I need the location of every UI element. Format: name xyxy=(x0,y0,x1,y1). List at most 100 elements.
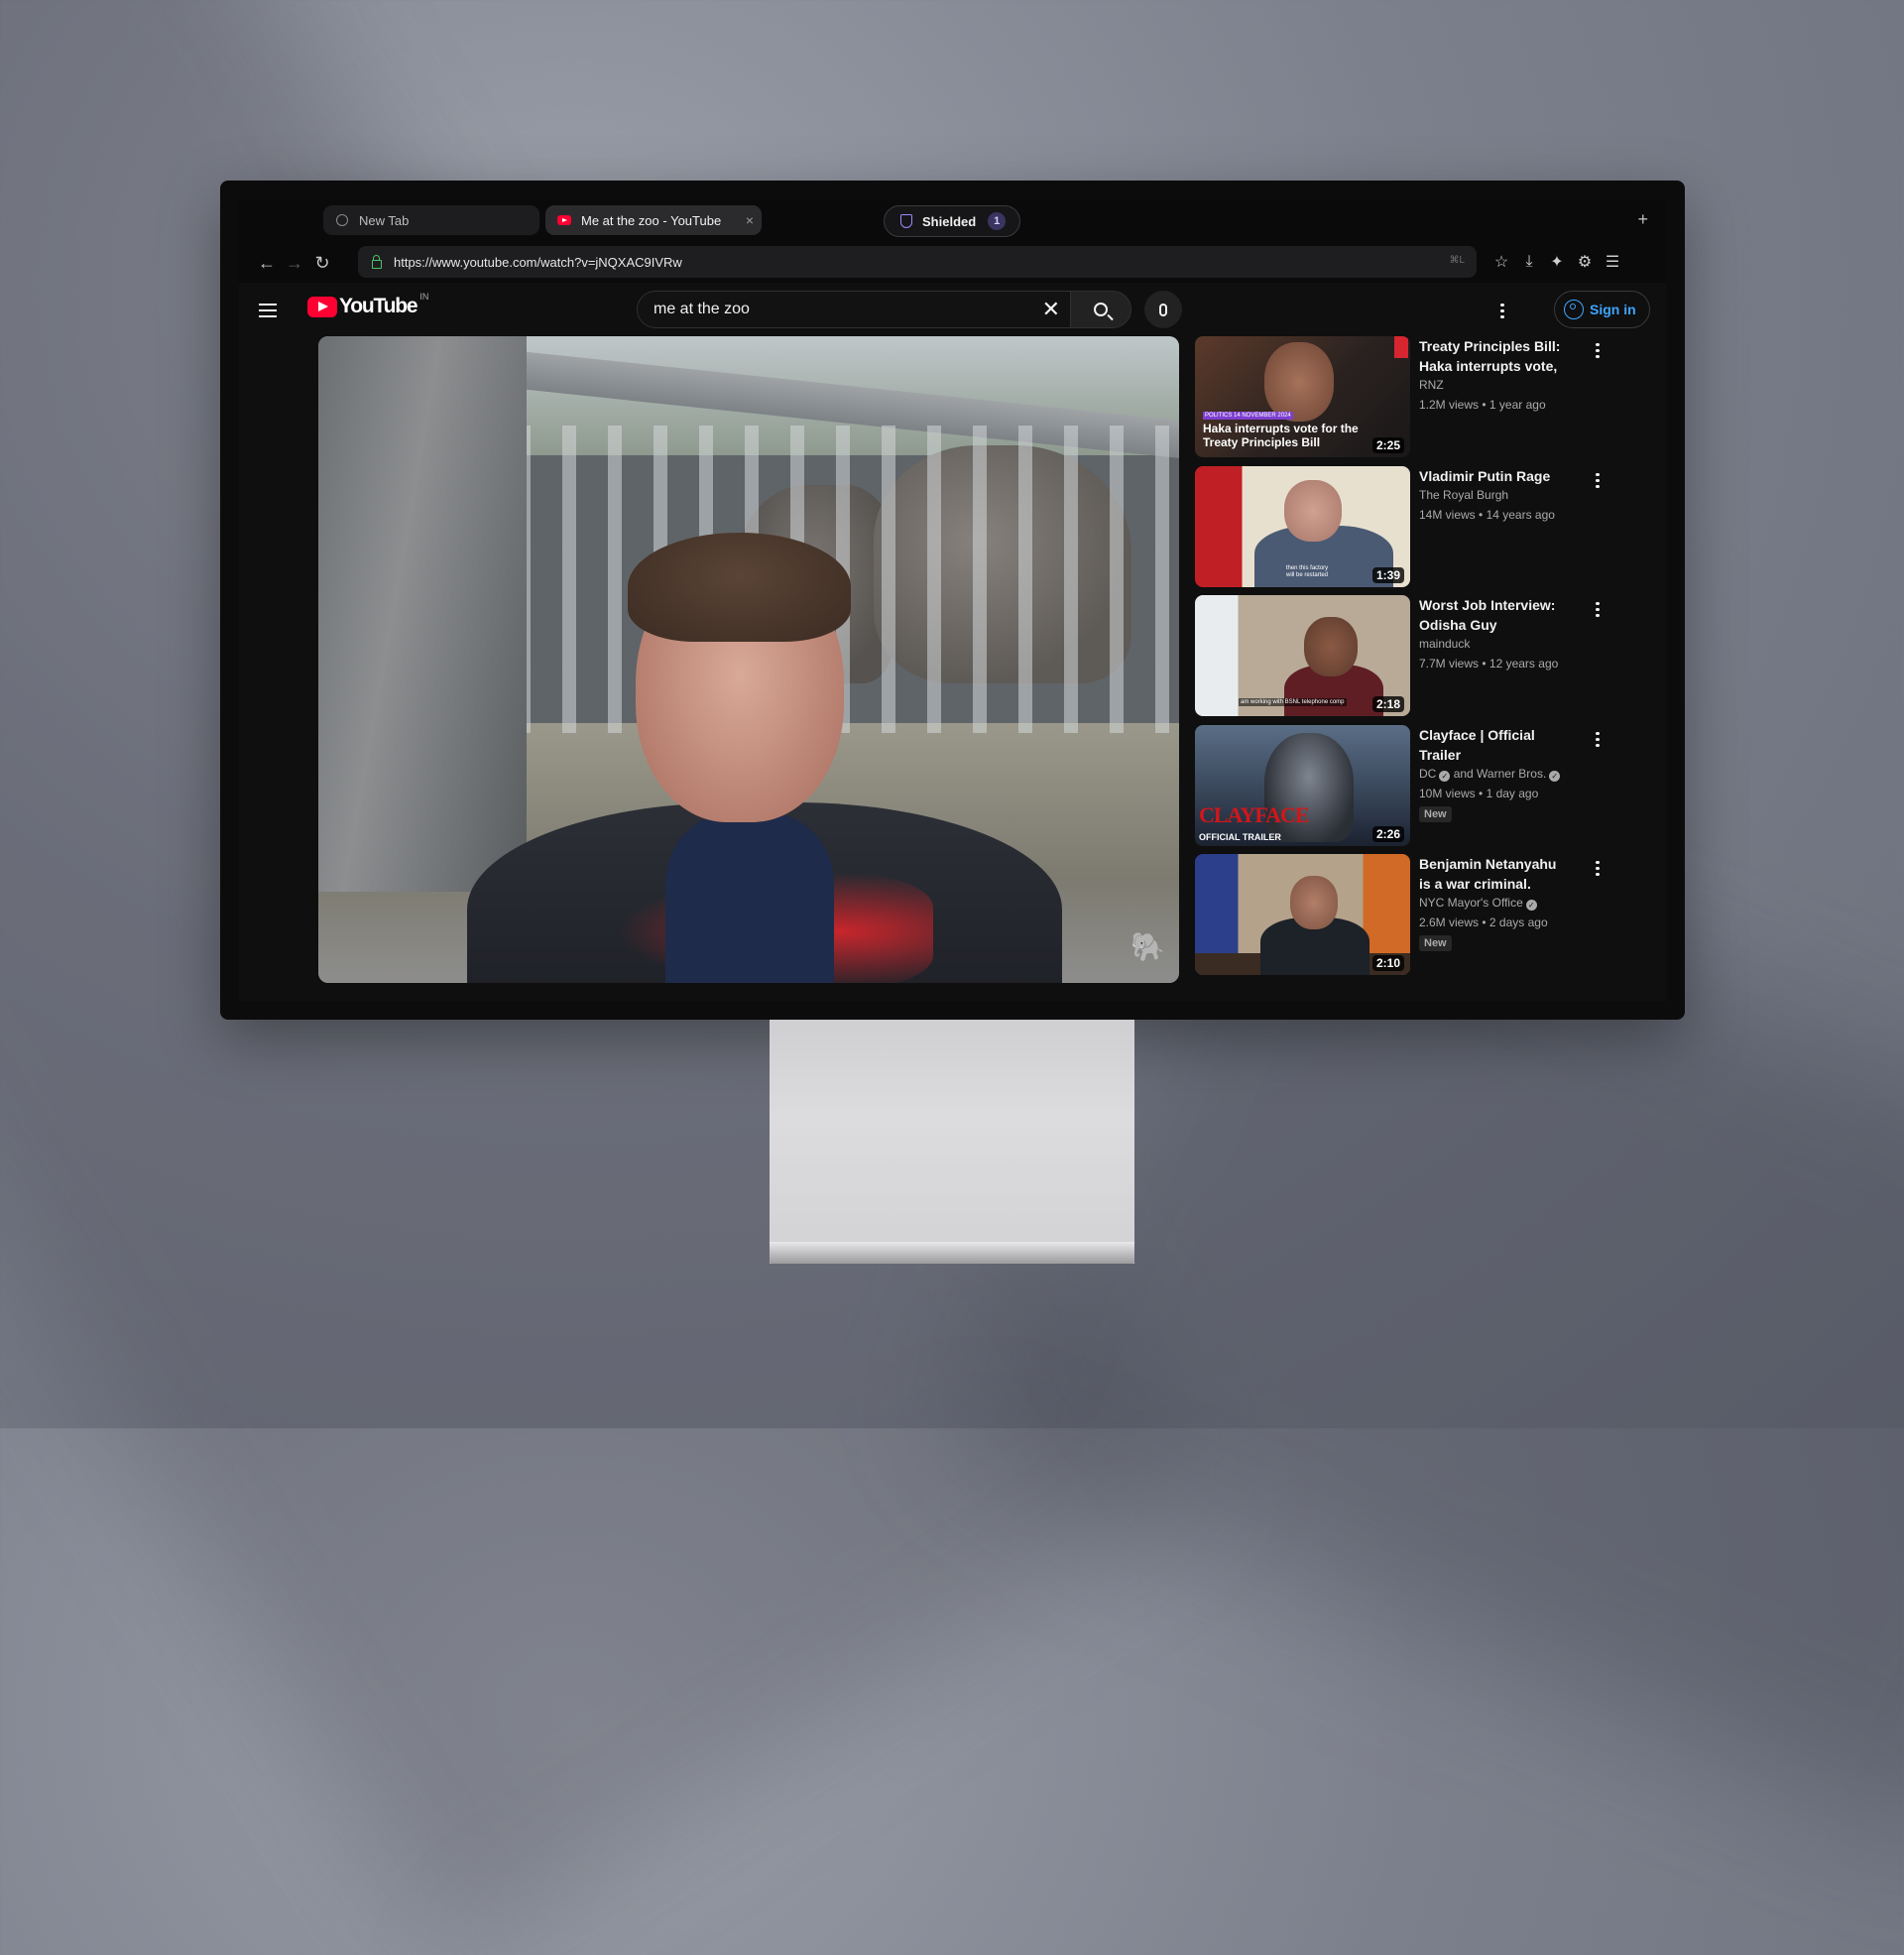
video-thumbnail[interactable]: am working with BSNL telephone comp 2:18 xyxy=(1195,595,1410,716)
more-actions-icon[interactable] xyxy=(1596,858,1600,879)
rnz-logo-icon xyxy=(1394,336,1408,358)
video-thumbnail[interactable]: POLITICS 14 NOVEMBER 2024 Haka interrupt… xyxy=(1195,336,1410,457)
channel-label: DC xyxy=(1419,767,1437,781)
address-bar[interactable]: https://www.youtube.com/watch?v=jNQXAC9I… xyxy=(358,246,1477,278)
channel-label: and Warner Bros. xyxy=(1453,767,1547,781)
logo-wordmark: YouTube xyxy=(339,295,418,317)
video-thumbnail[interactable]: CLAYFACE OFFICIAL TRAILER 2:26 xyxy=(1195,725,1410,846)
new-tab-plus-icon[interactable]: + xyxy=(1637,209,1648,230)
toolbar: ← → ↻ https://www.youtube.com/watch?v=jN… xyxy=(239,243,1666,283)
new-badge: New xyxy=(1419,806,1452,822)
video-frame-rock-wall xyxy=(318,336,527,892)
tab-label: New Tab xyxy=(359,212,410,228)
shield-label: Shielded xyxy=(922,213,977,229)
region-label: IN xyxy=(419,292,429,302)
search-button[interactable] xyxy=(1070,291,1131,328)
video-meta: 7.7M views • 12 years ago xyxy=(1419,657,1559,671)
video-meta: 2.6M views • 2 days ago xyxy=(1419,916,1548,929)
more-actions-icon[interactable] xyxy=(1596,470,1600,491)
monitor: New Tab Me at the zoo - YouTube × Shield… xyxy=(220,181,1685,1020)
channel-name[interactable]: RNZ xyxy=(1419,378,1444,392)
url-shortcut-hint: ⌘L xyxy=(1449,255,1465,266)
upload-age: 2 days ago xyxy=(1488,916,1548,929)
recommendation-item[interactable]: am working with BSNL telephone comp 2:18… xyxy=(1195,595,1641,716)
monitor-stand-foot xyxy=(770,1242,1134,1264)
channel-name[interactable]: mainduck xyxy=(1419,637,1470,651)
duration-badge: 2:25 xyxy=(1371,437,1404,453)
shield-count-badge: 1 xyxy=(988,212,1007,230)
channel-name[interactable]: The Royal Burgh xyxy=(1419,488,1508,502)
voice-search-button[interactable] xyxy=(1144,291,1182,328)
sign-in-button[interactable]: Sign in xyxy=(1554,291,1650,328)
upload-age: 1 day ago xyxy=(1486,787,1539,800)
video-thumbnail[interactable]: then this factory will be restarted 1:39 xyxy=(1195,466,1410,587)
search-input[interactable]: me at the zoo xyxy=(654,301,750,318)
youtube-play-logo-icon xyxy=(307,296,337,317)
reload-icon[interactable]: ↻ xyxy=(310,251,334,275)
search-box[interactable]: me at the zoo ✕ xyxy=(637,291,1070,328)
video-title[interactable]: Benjamin Netanyahu is a war criminal. xyxy=(1419,854,1568,894)
clear-search-icon[interactable]: ✕ xyxy=(1042,298,1060,321)
settings-more-icon[interactable] xyxy=(1500,301,1504,321)
new-badge: New xyxy=(1419,935,1452,951)
verified-check-icon: ✓ xyxy=(1549,771,1561,782)
monitor-stand xyxy=(770,1020,1134,1264)
tab-label: Me at the zoo - YouTube xyxy=(581,212,722,228)
url-text: https://www.youtube.com/watch?v=jNQXAC9I… xyxy=(394,254,682,270)
view-count: 10M views xyxy=(1419,787,1476,800)
extensions-puzzle-icon[interactable]: ⚙ xyxy=(1574,251,1596,273)
more-actions-icon[interactable] xyxy=(1596,729,1600,750)
channel-name[interactable]: DC ✓ and Warner Bros. ✓ xyxy=(1419,767,1561,782)
sign-in-label: Sign in xyxy=(1590,302,1636,317)
thumbnail-caption: am working with BSNL telephone comp xyxy=(1239,698,1347,706)
duration-badge: 2:26 xyxy=(1371,826,1404,842)
more-actions-icon[interactable] xyxy=(1596,599,1600,620)
close-icon[interactable]: × xyxy=(746,212,754,228)
elephant-watermark-icon: 🐘 xyxy=(1130,931,1165,962)
forward-arrow-icon[interactable]: → xyxy=(283,251,306,275)
video-title[interactable]: Worst Job Interview: Odisha Guy xyxy=(1419,595,1568,635)
recommendation-item[interactable]: POLITICS 14 NOVEMBER 2024 Haka interrupt… xyxy=(1195,336,1641,457)
duration-badge: 1:39 xyxy=(1371,567,1404,583)
upload-age: 1 year ago xyxy=(1488,398,1546,412)
back-arrow-icon[interactable]: ← xyxy=(255,251,279,275)
search-icon xyxy=(1094,303,1108,316)
shields-button[interactable]: Shielded 1 xyxy=(884,205,1020,237)
youtube-logo[interactable]: YouTube IN xyxy=(307,292,429,318)
duration-badge: 2:18 xyxy=(1371,696,1404,712)
recommendation-item[interactable]: CLAYFACE OFFICIAL TRAILER 2:26 Clayface … xyxy=(1195,725,1641,846)
youtube-page: YouTube IN me at the zoo ✕ Sign in 🐘 POL… xyxy=(239,283,1666,1001)
verified-check-icon: ✓ xyxy=(1439,771,1451,782)
tab-youtube[interactable]: Me at the zoo - YouTube × xyxy=(545,205,762,235)
thumbnail-caption: then this factory will be restarted xyxy=(1285,565,1329,578)
recommendation-item[interactable]: 2:10 Benjamin Netanyahu is a war crimina… xyxy=(1195,854,1641,975)
thumbnail-title-text: CLAYFACE xyxy=(1199,802,1310,827)
tab-bar: New Tab Me at the zoo - YouTube × Shield… xyxy=(239,199,1666,243)
youtube-favicon-icon xyxy=(557,213,571,227)
video-meta: 1.2M views • 1 year ago xyxy=(1419,398,1546,412)
video-title[interactable]: Clayface | Official Trailer xyxy=(1419,725,1568,765)
download-icon[interactable]: ⤓ xyxy=(1518,251,1540,273)
thumbnail-tag: POLITICS 14 NOVEMBER 2024 xyxy=(1203,412,1293,420)
guide-menu-icon[interactable] xyxy=(259,300,277,321)
video-title[interactable]: Treaty Principles Bill: Haka interrupts … xyxy=(1419,336,1568,376)
video-meta: 10M views • 1 day ago xyxy=(1419,787,1539,800)
channel-label: NYC Mayor's Office xyxy=(1419,896,1523,910)
view-count: 7.7M views xyxy=(1419,657,1480,671)
video-thumbnail[interactable]: 2:10 xyxy=(1195,854,1410,975)
bookmark-star-icon[interactable]: ☆ xyxy=(1490,251,1512,273)
video-player[interactable]: 🐘 xyxy=(318,336,1179,983)
view-count: 1.2M views xyxy=(1419,398,1480,412)
channel-name[interactable]: NYC Mayor's Office ✓ xyxy=(1419,896,1537,911)
sparkle-ai-icon[interactable]: ✦ xyxy=(1546,251,1568,273)
recommendation-item[interactable]: then this factory will be restarted 1:39… xyxy=(1195,466,1641,587)
menu-icon[interactable]: ☰ xyxy=(1602,251,1623,273)
video-frame-shirt xyxy=(665,812,834,983)
tab-new-tab[interactable]: New Tab xyxy=(323,205,539,235)
shield-icon xyxy=(900,214,912,228)
thumbnail-subtitle-text: OFFICIAL TRAILER xyxy=(1199,832,1281,842)
video-title[interactable]: Vladimir Putin Rage xyxy=(1419,466,1568,486)
video-frame-hair xyxy=(628,533,851,642)
more-actions-icon[interactable] xyxy=(1596,340,1600,361)
account-circle-icon xyxy=(1564,300,1584,319)
